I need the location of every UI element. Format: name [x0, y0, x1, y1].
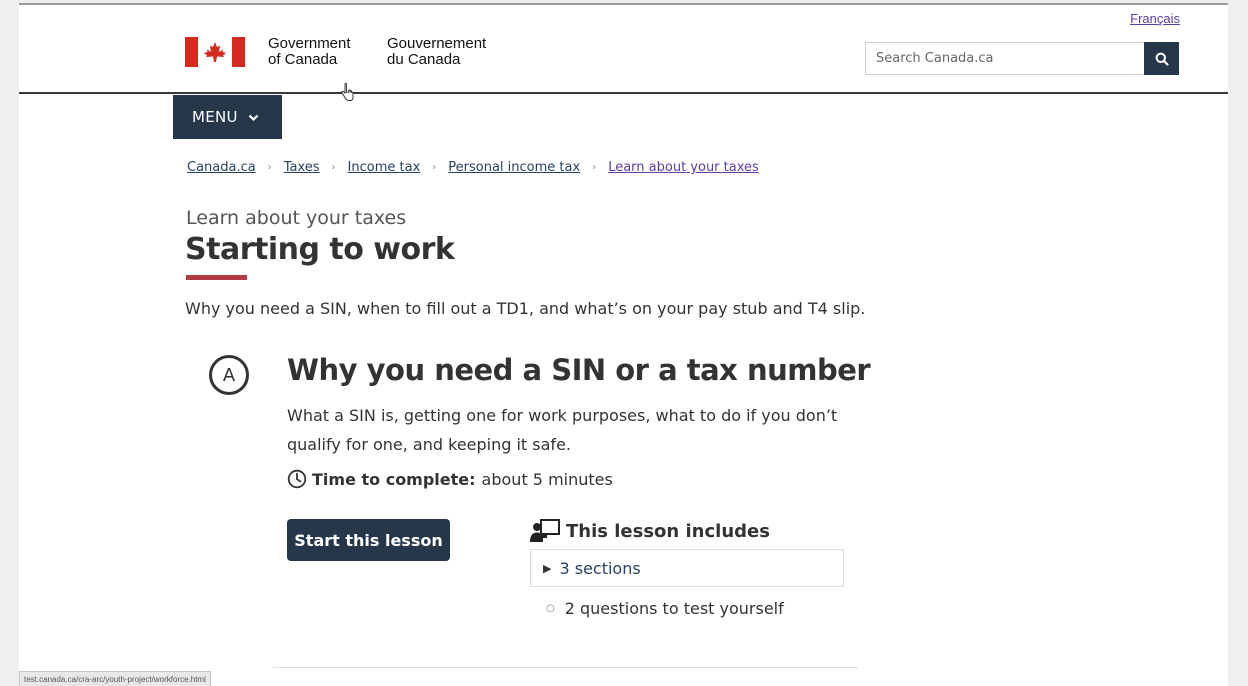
- status-bar-url: test.canada.ca/cra-arc/youth-project/wor…: [19, 671, 211, 686]
- menu-button[interactable]: MENU: [173, 95, 282, 139]
- lesson-description: What a SIN is, getting one for work purp…: [287, 406, 838, 454]
- search-button[interactable]: [1144, 42, 1179, 75]
- breadcrumb: Canada.ca › Taxes › Income tax › Persona…: [187, 160, 759, 175]
- triangle-right-icon: ▶: [543, 561, 552, 575]
- start-lesson-button[interactable]: Start this lesson: [287, 519, 450, 561]
- header-divider: [19, 92, 1228, 94]
- wordmark-en-line1: Government: [268, 35, 351, 52]
- menu-label: MENU: [192, 108, 238, 126]
- search-form: [865, 42, 1179, 75]
- lesson-includes-heading: This lesson includes: [530, 518, 770, 544]
- breadcrumb-separator-icon: ›: [331, 162, 336, 173]
- government-of-canada-wordmark-fr[interactable]: Gouvernement du Canada: [387, 36, 486, 68]
- chevron-down-icon: [248, 108, 259, 126]
- canada-flag-icon: [185, 37, 245, 67]
- breadcrumb-link-taxes[interactable]: Taxes: [284, 160, 320, 175]
- mouse-pointer-icon: [341, 83, 354, 101]
- wordmark-en-line2: of Canada: [268, 51, 338, 68]
- questions-label: 2 questions to test yourself: [564, 599, 784, 618]
- breadcrumb-link-income-tax[interactable]: Income tax: [348, 160, 421, 175]
- wordmark-fr-line1: Gouvernement: [387, 35, 487, 52]
- includes-heading-text: This lesson includes: [566, 520, 770, 542]
- lesson-letter: A: [222, 364, 236, 386]
- page-kicker: Learn about your taxes: [186, 207, 407, 229]
- breadcrumb-separator-icon: ›: [592, 162, 597, 173]
- browser-page: Français Government of Canada Gouverneme…: [19, 3, 1228, 686]
- breadcrumb-link-personal-income-tax[interactable]: Personal income tax: [448, 160, 580, 175]
- sections-label: 3 sections: [559, 558, 641, 578]
- search-input[interactable]: [865, 42, 1154, 75]
- breadcrumb-separator-icon: ›: [267, 162, 272, 173]
- content-divider: [273, 667, 858, 668]
- page-title: Starting to work: [185, 232, 455, 267]
- page-intro: Why you need a SIN, when to fill out a T…: [185, 299, 866, 318]
- clock-icon: [287, 469, 307, 489]
- top-border: [19, 3, 1228, 5]
- time-label: Time to complete:: [312, 469, 476, 489]
- teacher-board-icon: [530, 518, 562, 544]
- sections-disclosure[interactable]: ▶ 3 sections: [530, 549, 844, 587]
- lesson-letter-badge: A: [209, 355, 249, 395]
- time-to-complete: Time to complete: about 5 minutes: [287, 469, 613, 489]
- circle-bullet-icon: ○: [546, 603, 555, 614]
- magnifier-icon: [1155, 52, 1169, 66]
- title-underline: [186, 275, 247, 280]
- time-value: about 5 minutes: [481, 469, 613, 489]
- breadcrumb-separator-icon: ›: [432, 162, 437, 173]
- wordmark-fr-line2: du Canada: [387, 51, 461, 68]
- questions-list-item: ○ 2 questions to test yourself: [546, 599, 784, 618]
- breadcrumb-link-learn-about-your-taxes[interactable]: Learn about your taxes: [608, 160, 759, 175]
- language-toggle-link[interactable]: Français: [1130, 11, 1180, 26]
- breadcrumb-link-canada[interactable]: Canada.ca: [187, 160, 256, 175]
- government-of-canada-wordmark-en[interactable]: Government of Canada: [268, 36, 351, 68]
- lesson-title: Why you need a SIN or a tax number: [287, 353, 871, 387]
